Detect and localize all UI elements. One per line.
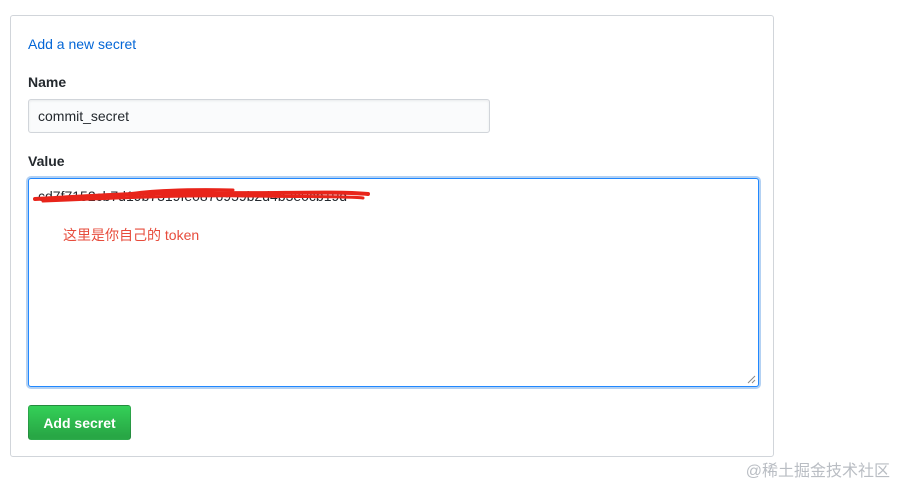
value-label: Value xyxy=(28,153,65,169)
value-text: cd7f7152cb7d19b7319fe0876959b2d4b3e0cb19… xyxy=(38,188,348,204)
value-textarea[interactable]: cd7f7152cb7d19b7319fe0876959b2d4b3e0cb19… xyxy=(28,178,759,387)
add-new-secret-link[interactable]: Add a new secret xyxy=(28,36,136,52)
name-input[interactable] xyxy=(28,99,490,133)
resize-grip-icon[interactable] xyxy=(747,375,756,384)
name-label: Name xyxy=(28,74,67,90)
token-annotation: 这里是你自己的 token xyxy=(63,227,200,243)
secret-form-panel: Add a new secret Name Value cd7f7152cb7d… xyxy=(10,15,774,457)
watermark: @稀土掘金技术社区 xyxy=(745,463,890,480)
add-secret-button[interactable]: Add secret xyxy=(28,405,131,440)
